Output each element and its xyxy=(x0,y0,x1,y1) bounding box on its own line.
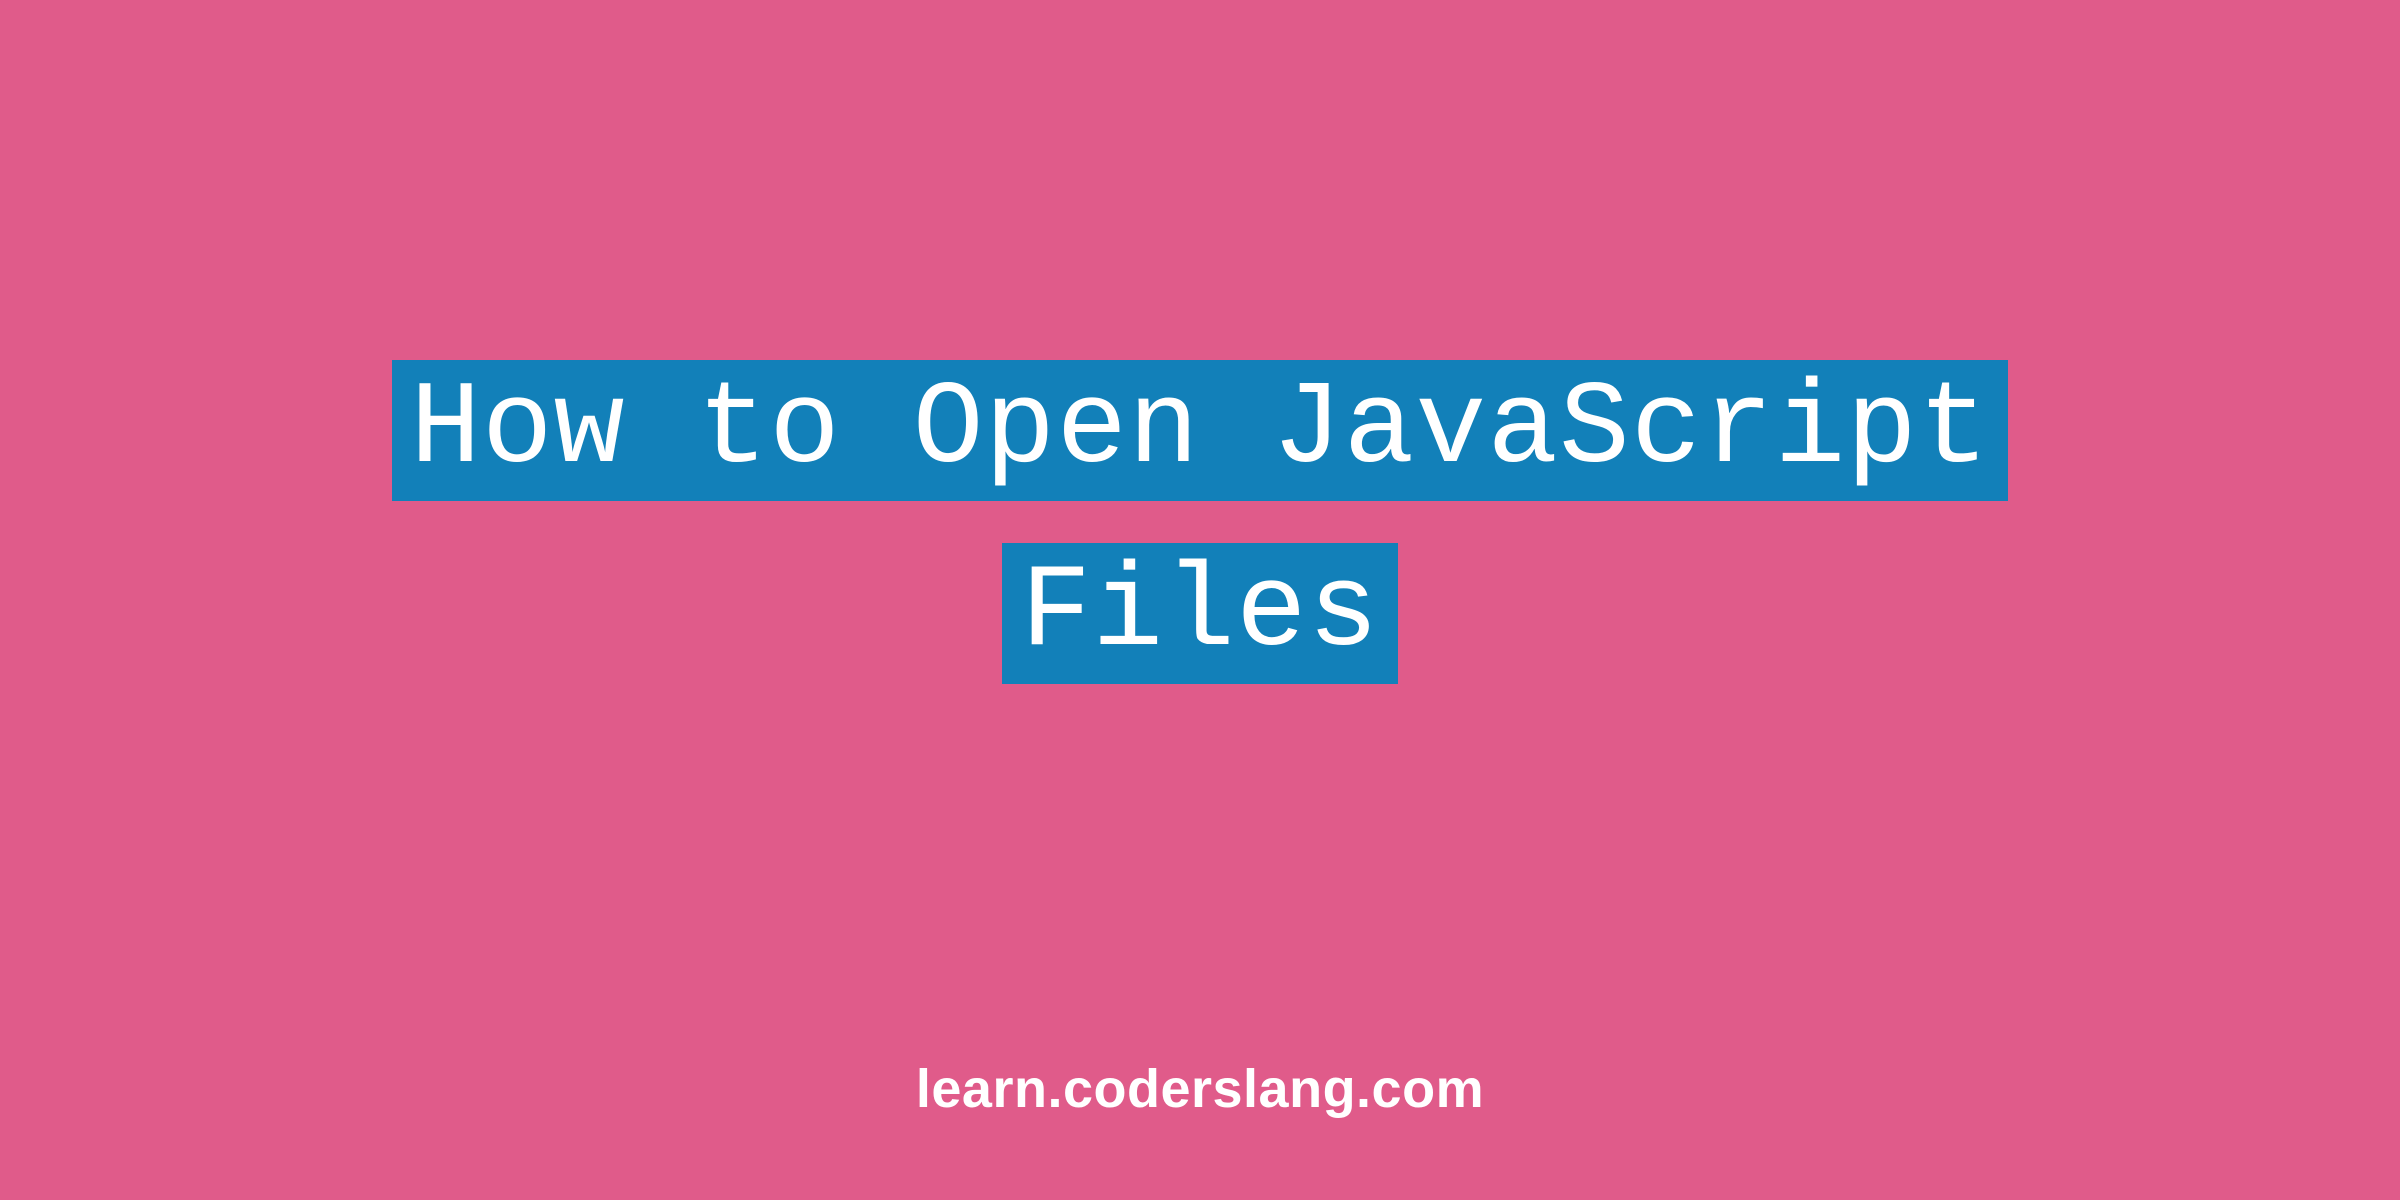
title-line-1: How to Open JavaScript xyxy=(392,360,2008,501)
page-title: How to Open JavaScript Files xyxy=(392,340,2008,706)
title-line-2: Files xyxy=(1002,543,1397,684)
footer-site-label: learn.coderslang.com xyxy=(916,1058,1484,1120)
